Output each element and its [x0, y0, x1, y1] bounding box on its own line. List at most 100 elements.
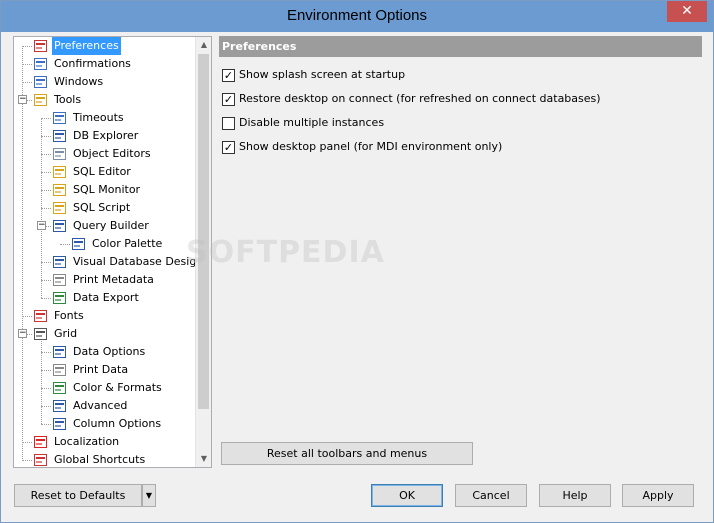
- tree-line: [60, 244, 70, 245]
- scroll-down-icon[interactable]: ▼: [196, 451, 211, 467]
- collapse-icon[interactable]: −: [18, 95, 27, 104]
- tree-line: [41, 370, 51, 371]
- tree-item-label: Advanced: [73, 399, 128, 412]
- tree-item-label: Query Builder: [73, 219, 149, 232]
- tree-line: [41, 118, 51, 119]
- reset-toolbars-button[interactable]: Reset all toolbars and menus: [221, 442, 473, 465]
- printer-icon: [52, 273, 67, 287]
- checkbox[interactable]: [222, 117, 235, 130]
- tree-items: Preferences Confirmations Windows Tools − Tim…: [14, 37, 196, 467]
- tree-item-label: SQL Monitor: [73, 183, 141, 196]
- checkbox[interactable]: ✓: [222, 141, 235, 154]
- sql-editor-icon: [52, 165, 67, 179]
- apply-button[interactable]: Apply: [622, 484, 694, 507]
- data-export-icon: [52, 291, 67, 305]
- tree-item-label: SQL Editor: [73, 165, 131, 178]
- tools-icon: [33, 93, 48, 107]
- tree-line: [22, 64, 32, 65]
- tree-line: [41, 190, 51, 191]
- tree-line: [22, 316, 32, 317]
- tree-line: [41, 208, 51, 209]
- chevron-down-icon: ▼: [145, 491, 153, 500]
- tree-line: [41, 172, 51, 173]
- tree-line: [22, 46, 32, 47]
- option-label: Show desktop panel (for MDI environment …: [239, 140, 503, 153]
- tree-line: [22, 442, 32, 443]
- collapse-icon[interactable]: −: [37, 221, 46, 230]
- printer-icon: [52, 363, 67, 377]
- option-label: Restore desktop on connect (for refreshe…: [239, 92, 601, 105]
- db-explorer-icon: [52, 129, 67, 143]
- tree-line: [22, 460, 32, 461]
- data-options-icon: [52, 345, 67, 359]
- query-builder-icon: [52, 219, 67, 233]
- reset-dropdown-button[interactable]: ▼: [142, 484, 156, 507]
- tree-item-label: Fonts: [54, 309, 84, 322]
- tree-line: [41, 406, 51, 407]
- tree-item-label: Visual Database Designer: [73, 255, 196, 268]
- option-label: Show splash screen at startup: [239, 68, 406, 81]
- tree-line: [41, 262, 51, 263]
- checkbox[interactable]: ✓: [222, 93, 235, 106]
- sql-script-icon: [52, 201, 67, 215]
- environment-options-window: Environment Options ✕ Preferences Confirm…: [0, 0, 714, 523]
- tree-item-label: DB Explorer: [73, 129, 139, 142]
- option-label: Disable multiple instances: [239, 116, 385, 129]
- tree-line: [22, 82, 32, 83]
- reset-defaults-button[interactable]: Reset to Defaults: [14, 484, 142, 507]
- tree-item-label: Color Palette: [92, 237, 163, 250]
- tree-item-label: Object Editors: [73, 147, 151, 160]
- tree-line: [41, 388, 51, 389]
- cancel-button[interactable]: Cancel: [455, 484, 527, 507]
- designer-icon: [52, 255, 67, 269]
- tree-line: [41, 424, 51, 425]
- tree-item-label: Windows: [54, 75, 104, 88]
- title-bar[interactable]: Environment Options ✕: [1, 1, 713, 32]
- tree-item-label: Data Options: [73, 345, 146, 358]
- tree-item-label: Preferences: [52, 37, 121, 55]
- tree-line: [41, 280, 51, 281]
- shortcuts-icon: [33, 453, 48, 467]
- dialog-icon: [33, 57, 48, 71]
- window-title: Environment Options: [286, 7, 428, 24]
- advanced-icon: [52, 399, 67, 413]
- tree-line: [22, 46, 23, 461]
- fonts-icon: [33, 309, 48, 323]
- dialog-client: Preferences Confirmations Windows Tools − Tim…: [8, 32, 706, 516]
- close-button[interactable]: ✕: [667, 1, 707, 22]
- sql-monitor-icon: [52, 183, 67, 197]
- collapse-icon[interactable]: −: [18, 329, 27, 338]
- tree-item-label: SQL Script: [73, 201, 131, 214]
- tree-line: [41, 352, 51, 353]
- tree-item-label: Timeouts: [73, 111, 124, 124]
- windows-icon: [33, 75, 48, 89]
- tree-line: [41, 334, 42, 424]
- tree-item-label: Color & Formats: [73, 381, 162, 394]
- tree-item-label: Global Shortcuts: [54, 453, 146, 466]
- timeout-icon: [52, 111, 67, 125]
- options-tree[interactable]: Preferences Confirmations Windows Tools − Tim…: [13, 36, 212, 468]
- checkbox[interactable]: ✓: [222, 69, 235, 82]
- object-editor-icon: [52, 147, 67, 161]
- help-button[interactable]: Help: [539, 484, 611, 507]
- color-formats-icon: [52, 381, 67, 395]
- tree-item-label: Grid: [54, 327, 78, 340]
- tree-item-label: Tools: [54, 93, 82, 106]
- scroll-thumb[interactable]: [198, 54, 209, 409]
- tree-item-label: Print Metadata: [73, 273, 154, 286]
- tree-line: [41, 136, 51, 137]
- ok-button[interactable]: OK: [371, 484, 443, 507]
- flag-icon: [33, 435, 48, 449]
- tree-item-label: Confirmations: [54, 57, 131, 70]
- panel-title: Preferences: [219, 36, 702, 57]
- grid-icon: [33, 327, 48, 341]
- column-options-icon: [52, 417, 67, 431]
- tree-line: [41, 154, 51, 155]
- check-doc-icon: [33, 39, 48, 53]
- tree-item-label: Print Data: [73, 363, 129, 376]
- color-palette-icon: [71, 237, 86, 251]
- tree-item-label: Column Options: [73, 417, 162, 430]
- tree-item-label: Data Export: [73, 291, 139, 304]
- close-icon: ✕: [681, 3, 693, 19]
- scroll-up-icon[interactable]: ▲: [196, 37, 211, 53]
